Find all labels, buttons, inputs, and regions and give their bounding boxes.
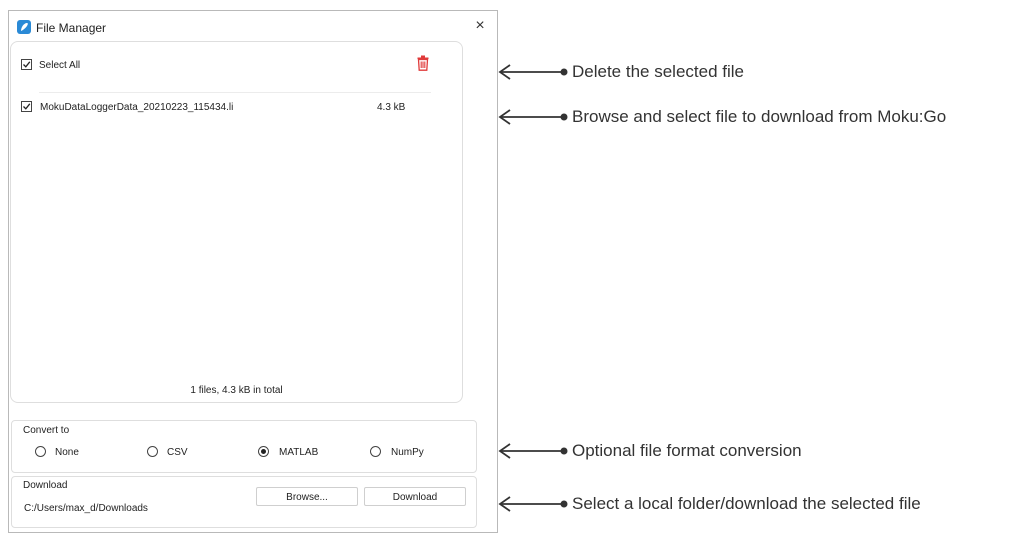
arrow-left-icon: [498, 64, 568, 80]
annotation-download: Select a local folder/download the selec…: [498, 494, 1018, 514]
convert-label: Convert to: [22, 425, 71, 436]
annotation-text: Delete the selected file: [572, 62, 744, 81]
files-summary: 1 files, 4.3 kB in total: [190, 385, 283, 396]
radio-matlab[interactable]: [258, 446, 269, 457]
select-all-checkbox[interactable]: [21, 59, 32, 70]
annotation-delete: Delete the selected file: [498, 62, 1018, 82]
annotation-text: Select a local folder/download the selec…: [572, 494, 921, 513]
radio-none[interactable]: [35, 446, 46, 457]
window-title: File Manager: [36, 21, 107, 35]
list-divider: [39, 92, 431, 93]
download-button[interactable]: Download: [364, 487, 466, 506]
arrow-left-icon: [498, 496, 568, 512]
annotation-text: Optional file format conversion: [572, 441, 802, 460]
radio-csv[interactable]: [147, 446, 158, 457]
close-button[interactable]: ×: [469, 15, 491, 37]
download-path: C:/Users/max_d/Downloads: [24, 503, 148, 514]
radio-matlab-label: MATLAB: [279, 447, 319, 458]
select-all-label: Select All: [39, 60, 81, 71]
radio-csv-label: CSV: [167, 447, 188, 458]
arrow-left-icon: [498, 443, 568, 459]
annotation-text: Browse and select file to download from …: [572, 107, 947, 126]
file-list-panel: [10, 41, 463, 403]
arrow-left-icon: [498, 109, 568, 125]
app-icon: [17, 20, 31, 34]
download-label: Download: [22, 480, 69, 491]
file-size: 4.3 kB: [377, 102, 406, 113]
radio-numpy[interactable]: [370, 446, 381, 457]
browse-button[interactable]: Browse...: [256, 487, 358, 506]
annotation-browse: Browse and select file to download from …: [498, 107, 1018, 127]
radio-numpy-label: NumPy: [391, 447, 424, 458]
file-name: MokuDataLoggerData_20210223_115434.li: [40, 102, 234, 113]
file-checkbox[interactable]: [21, 101, 32, 112]
title-bar: File Manager ×: [9, 11, 497, 43]
file-row[interactable]: MokuDataLoggerData_20210223_115434.li 4.…: [18, 98, 418, 118]
annotation-convert: Optional file format conversion: [498, 441, 1018, 461]
radio-none-label: None: [55, 447, 79, 458]
trash-icon[interactable]: [417, 55, 429, 71]
